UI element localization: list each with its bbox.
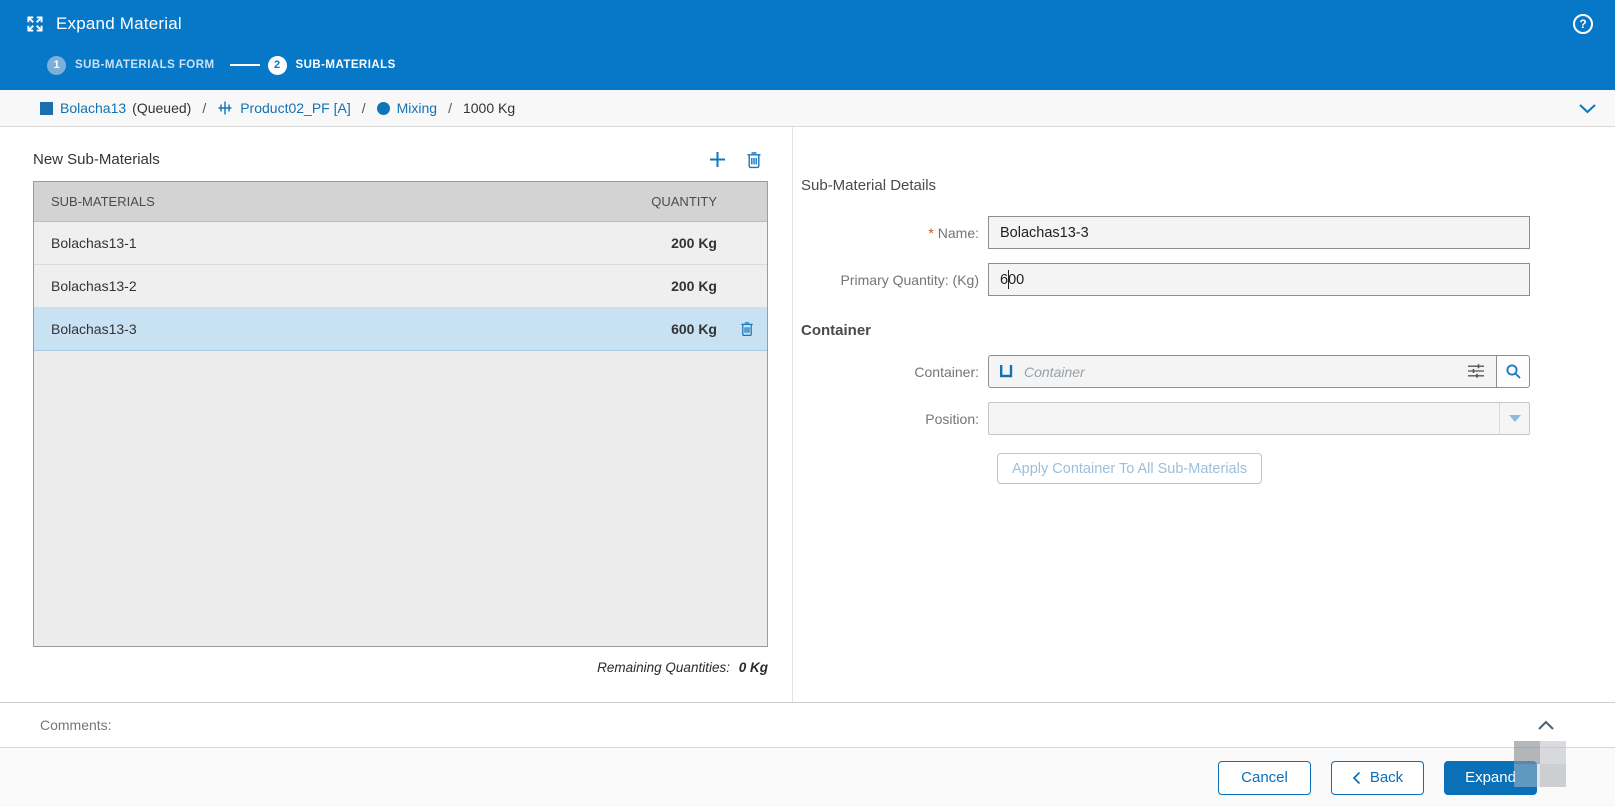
breadcrumb-product-link[interactable]: Product02_PF [A] <box>240 100 351 116</box>
dialog-footer: Cancel Back Expand <box>0 747 1615 807</box>
product-icon <box>217 100 233 116</box>
name-label: *Name: <box>801 225 988 241</box>
sub-material-quantity: 200 Kg <box>607 235 767 251</box>
filter-sliders-icon[interactable] <box>1467 363 1485 379</box>
breadcrumb-quantity: 1000 Kg <box>463 100 515 116</box>
details-title: Sub-Material Details <box>801 177 1615 194</box>
delete-sub-materials-icon[interactable] <box>746 150 762 169</box>
expand-button[interactable]: Expand <box>1444 761 1537 795</box>
breadcrumb-step-link[interactable]: Mixing <box>397 100 437 116</box>
expand-material-dialog: Expand Material ? 1 SUB-MATERIALS FORM 2… <box>0 0 1615 807</box>
step-sub-materials[interactable]: 2 SUB-MATERIALS <box>268 56 396 75</box>
chevron-down-icon[interactable] <box>1578 102 1597 115</box>
remaining-quantities-label: Remaining Quantities: <box>597 660 730 675</box>
dialog-header: Expand Material ? 1 SUB-MATERIALS FORM 2… <box>0 0 1615 90</box>
step-2-label: SUB-MATERIALS <box>296 59 396 71</box>
sub-materials-table: SUB-MATERIALS QUANTITY Bolachas13-1 200 … <box>33 181 768 647</box>
delete-row-trash-icon[interactable] <box>740 320 754 337</box>
sub-material-name: Bolachas13-3 <box>34 321 607 337</box>
back-button[interactable]: Back <box>1331 761 1424 795</box>
sub-material-details-panel: Sub-Material Details *Name: Primary Quan… <box>792 127 1615 702</box>
expand-arrows-icon <box>25 14 45 34</box>
add-sub-material-icon[interactable] <box>708 150 727 169</box>
flow-step-circle-icon <box>377 102 390 115</box>
chevron-up-icon[interactable] <box>1537 719 1555 731</box>
step-1-label: SUB-MATERIALS FORM <box>75 59 215 71</box>
sub-materials-list-title: New Sub-Materials <box>33 151 160 168</box>
wizard-steps: 1 SUB-MATERIALS FORM 2 SUB-MATERIALS <box>0 48 1615 82</box>
apply-container-button[interactable]: Apply Container To All Sub-Materials <box>997 453 1262 484</box>
column-header-quantity: QUANTITY <box>607 194 767 209</box>
breadcrumb-separator: / <box>362 100 366 116</box>
sub-material-name: Bolachas13-2 <box>34 278 607 294</box>
dialog-title: Expand Material <box>56 14 182 34</box>
text-caret <box>1008 270 1009 289</box>
position-value <box>989 403 1499 434</box>
primary-quantity-input[interactable] <box>988 263 1530 296</box>
container-label: Container: <box>801 364 988 380</box>
table-row[interactable]: Bolachas13-1 200 Kg <box>34 222 767 265</box>
name-input[interactable] <box>988 216 1530 249</box>
container-icon <box>998 363 1014 379</box>
step-1-number: 1 <box>47 56 66 75</box>
sub-material-name: Bolachas13-1 <box>34 235 607 251</box>
material-status: (Queued) <box>132 100 191 116</box>
table-empty-area <box>34 351 767 646</box>
remaining-quantities-value: 0 Kg <box>739 660 768 675</box>
table-header-row: SUB-MATERIALS QUANTITY <box>34 182 767 222</box>
step-sub-materials-form[interactable]: 1 SUB-MATERIALS FORM <box>47 56 215 75</box>
sub-materials-panel: New Sub-Materials SUB- <box>0 127 792 702</box>
breadcrumb-separator: / <box>202 100 206 116</box>
chevron-left-icon <box>1352 771 1361 785</box>
step-2-number: 2 <box>268 56 287 75</box>
container-lookup-field <box>988 355 1530 388</box>
primary-quantity-label: Primary Quantity: (Kg) <box>801 272 988 288</box>
breadcrumb-material-link[interactable]: Bolacha13 <box>60 100 126 116</box>
column-header-sub-materials: SUB-MATERIALS <box>34 194 607 209</box>
comments-bar[interactable]: Comments: <box>0 702 1615 747</box>
dropdown-arrow-icon[interactable] <box>1499 403 1529 434</box>
material-square-icon <box>40 102 53 115</box>
help-icon[interactable]: ? <box>1573 14 1593 34</box>
step-connector-line <box>230 64 260 66</box>
container-input[interactable] <box>988 355 1496 388</box>
remaining-quantities: Remaining Quantities: 0 Kg <box>33 660 768 675</box>
position-label: Position: <box>801 411 988 427</box>
breadcrumb-separator: / <box>448 100 452 116</box>
dialog-body: New Sub-Materials SUB- <box>0 127 1615 702</box>
table-row[interactable]: Bolachas13-2 200 Kg <box>34 265 767 308</box>
table-row-selected[interactable]: Bolachas13-3 600 Kg <box>34 308 767 351</box>
breadcrumb: Bolacha13 (Queued) / Product02_PF [A] / … <box>0 90 1615 127</box>
sub-material-quantity: 200 Kg <box>607 278 767 294</box>
required-asterisk: * <box>928 225 933 241</box>
search-container-button[interactable] <box>1496 355 1530 388</box>
cancel-button[interactable]: Cancel <box>1218 761 1311 795</box>
position-select[interactable] <box>988 402 1530 435</box>
comments-label: Comments: <box>40 717 112 733</box>
container-section-title: Container <box>801 322 1615 339</box>
